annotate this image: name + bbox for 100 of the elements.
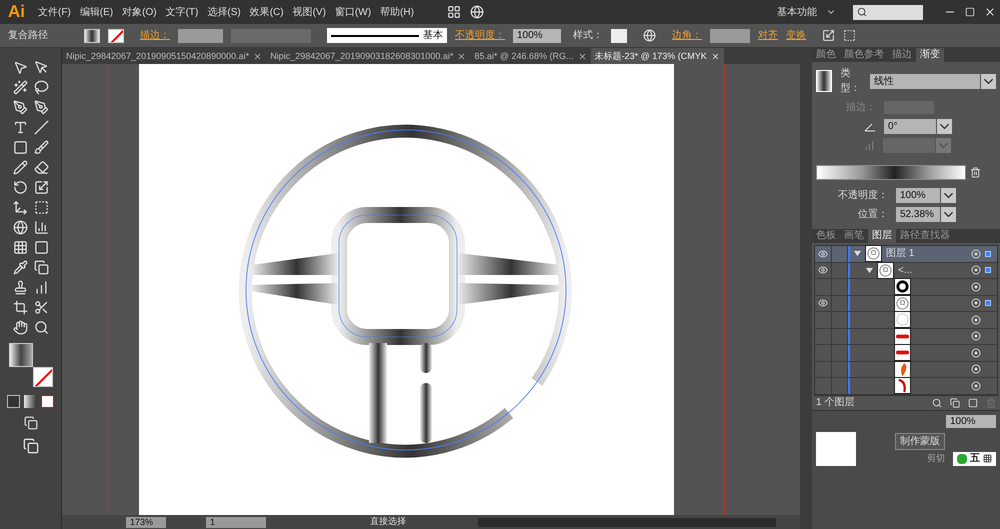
panel-tab[interactable]: 画笔 (840, 229, 868, 243)
disclosure-triangle-icon[interactable] (854, 250, 861, 258)
menu-item[interactable]: 视图(V) (292, 4, 326, 20)
stroke-swatch[interactable] (108, 28, 124, 42)
layer-row[interactable] (815, 279, 997, 296)
document-tab[interactable]: 85.ai* @ 246.68% (RG... (470, 48, 591, 64)
locate-object-icon[interactable] (932, 398, 942, 408)
visibility-eye-icon[interactable] (818, 265, 828, 276)
layer-row[interactable] (815, 296, 997, 312)
layer-row[interactable] (815, 345, 997, 362)
disclosure-triangle-icon[interactable] (866, 266, 873, 274)
selection-indicator[interactable] (985, 250, 991, 257)
selection-indicator[interactable] (985, 267, 991, 274)
brush-definition-field[interactable]: 基本 (327, 28, 447, 43)
stroke-color-swatch[interactable] (32, 367, 52, 387)
hand-icon[interactable] (12, 320, 28, 335)
eyedropper-icon[interactable] (12, 260, 28, 275)
none-mode-button[interactable] (41, 395, 54, 408)
target-circle-icon[interactable] (971, 364, 981, 374)
close-icon[interactable] (253, 52, 262, 60)
panel-tab[interactable]: 描边 (888, 48, 916, 62)
pencil-icon[interactable] (12, 160, 28, 175)
target-circle-icon[interactable] (971, 265, 981, 276)
panel-tab[interactable]: 渐变 (916, 48, 944, 62)
menu-item[interactable]: 对象(O) (122, 4, 157, 20)
menu-item[interactable]: 效果(C) (250, 4, 284, 20)
layer-row[interactable] (815, 312, 997, 328)
angle-field[interactable]: 0° (884, 119, 936, 134)
document-tab[interactable]: 未标题-23* @ 173% (CMYK (590, 48, 724, 64)
dropdown-caret-icon[interactable] (941, 188, 956, 203)
target-circle-icon[interactable] (971, 248, 981, 259)
transform-link[interactable]: 变换 (786, 28, 806, 43)
target-circle-icon[interactable] (971, 314, 981, 325)
maximize-icon[interactable] (965, 7, 975, 17)
menu-item[interactable]: 选择(S) (207, 4, 241, 20)
stroke-label[interactable]: 描边： (140, 28, 170, 43)
close-icon[interactable] (710, 52, 720, 60)
mesh-icon[interactable] (12, 240, 28, 255)
target-circle-icon[interactable] (971, 298, 981, 308)
clip-option[interactable]: 剪切 (927, 452, 945, 466)
gradient-mode-button[interactable] (24, 395, 37, 408)
input-mode-label[interactable]: 五 (970, 451, 980, 466)
fill-swatch[interactable] (84, 28, 100, 42)
menu-item[interactable]: 文件(F) (38, 4, 71, 20)
magic-wand-icon[interactable] (12, 80, 28, 95)
target-circle-icon[interactable] (971, 331, 981, 342)
layer-row[interactable] (815, 328, 997, 345)
graph-icon[interactable] (34, 280, 48, 295)
zoom-field[interactable]: 173% (126, 516, 166, 528)
gradient-preview[interactable] (816, 70, 832, 92)
opacity-field[interactable]: 100% (513, 28, 561, 42)
layer-name[interactable]: 图层 1 (886, 246, 914, 262)
visibility-eye-icon[interactable] (818, 298, 828, 308)
search-field[interactable] (853, 4, 923, 20)
dropdown-caret-icon[interactable] (941, 207, 956, 222)
arrange-documents-icon[interactable] (446, 5, 461, 19)
page-field[interactable]: 1 (206, 516, 266, 528)
document-tab[interactable]: Nipic_29842067_20190905150420890000.ai* (62, 48, 266, 64)
align-link[interactable]: 对齐 (758, 28, 778, 43)
new-layer-icon[interactable] (968, 398, 978, 408)
workspace-switcher[interactable]: 基本功能 (777, 4, 817, 20)
line-tool-icon[interactable] (34, 120, 48, 135)
close-icon[interactable] (457, 52, 466, 60)
corner-label[interactable]: 边角： (672, 28, 702, 43)
dropdown-caret-icon[interactable] (981, 74, 996, 88)
keyboard-icon[interactable] (983, 454, 992, 463)
delete-stop-icon[interactable] (970, 167, 981, 178)
layer-row[interactable] (815, 362, 997, 378)
slice-icon[interactable] (34, 300, 48, 315)
stroke-weight-field[interactable] (178, 28, 223, 42)
visibility-eye-icon[interactable] (818, 248, 828, 259)
stop-opacity-field[interactable]: 100% (896, 188, 940, 203)
layer-row[interactable]: <... (815, 262, 997, 279)
document-tab[interactable]: Nipic_29842067_20190903182608301000.ai* (266, 48, 470, 64)
layer-name[interactable]: <... (898, 262, 912, 278)
panel-tab[interactable]: 颜色 (812, 48, 840, 62)
panel-tab[interactable]: 色板 (812, 229, 840, 243)
horizontal-scrollbar[interactable] (478, 518, 776, 526)
brush-icon[interactable] (34, 140, 48, 155)
menu-item[interactable]: 窗口(W) (334, 4, 372, 20)
menu-item[interactable]: 文字(T) (166, 4, 198, 20)
position-field[interactable]: 52.38% (896, 207, 940, 222)
selection-tool-icon[interactable] (12, 60, 28, 75)
rotate-icon[interactable] (12, 180, 28, 195)
aspect-ratio-field[interactable] (883, 138, 935, 153)
eraser-icon[interactable] (34, 160, 48, 175)
zoom-icon[interactable] (34, 320, 48, 335)
panel-tab[interactable]: 图层 (868, 229, 896, 243)
layer-row[interactable] (815, 378, 997, 394)
corner-field[interactable] (710, 28, 750, 42)
panel-tab[interactable]: 颜色参考 (840, 48, 888, 62)
target-circle-icon[interactable] (971, 282, 981, 292)
opacity-label[interactable]: 不透明度： (455, 28, 505, 43)
rectangle-tool-icon[interactable] (12, 140, 28, 155)
style-swatch[interactable] (611, 28, 627, 42)
target-circle-icon[interactable] (971, 348, 981, 358)
menu-item[interactable]: 帮助(H) (380, 4, 414, 20)
layer-row[interactable]: 图层 1 (815, 246, 997, 262)
menu-item[interactable]: 编辑(E) (80, 4, 114, 20)
color-mode-button[interactable] (7, 395, 20, 408)
